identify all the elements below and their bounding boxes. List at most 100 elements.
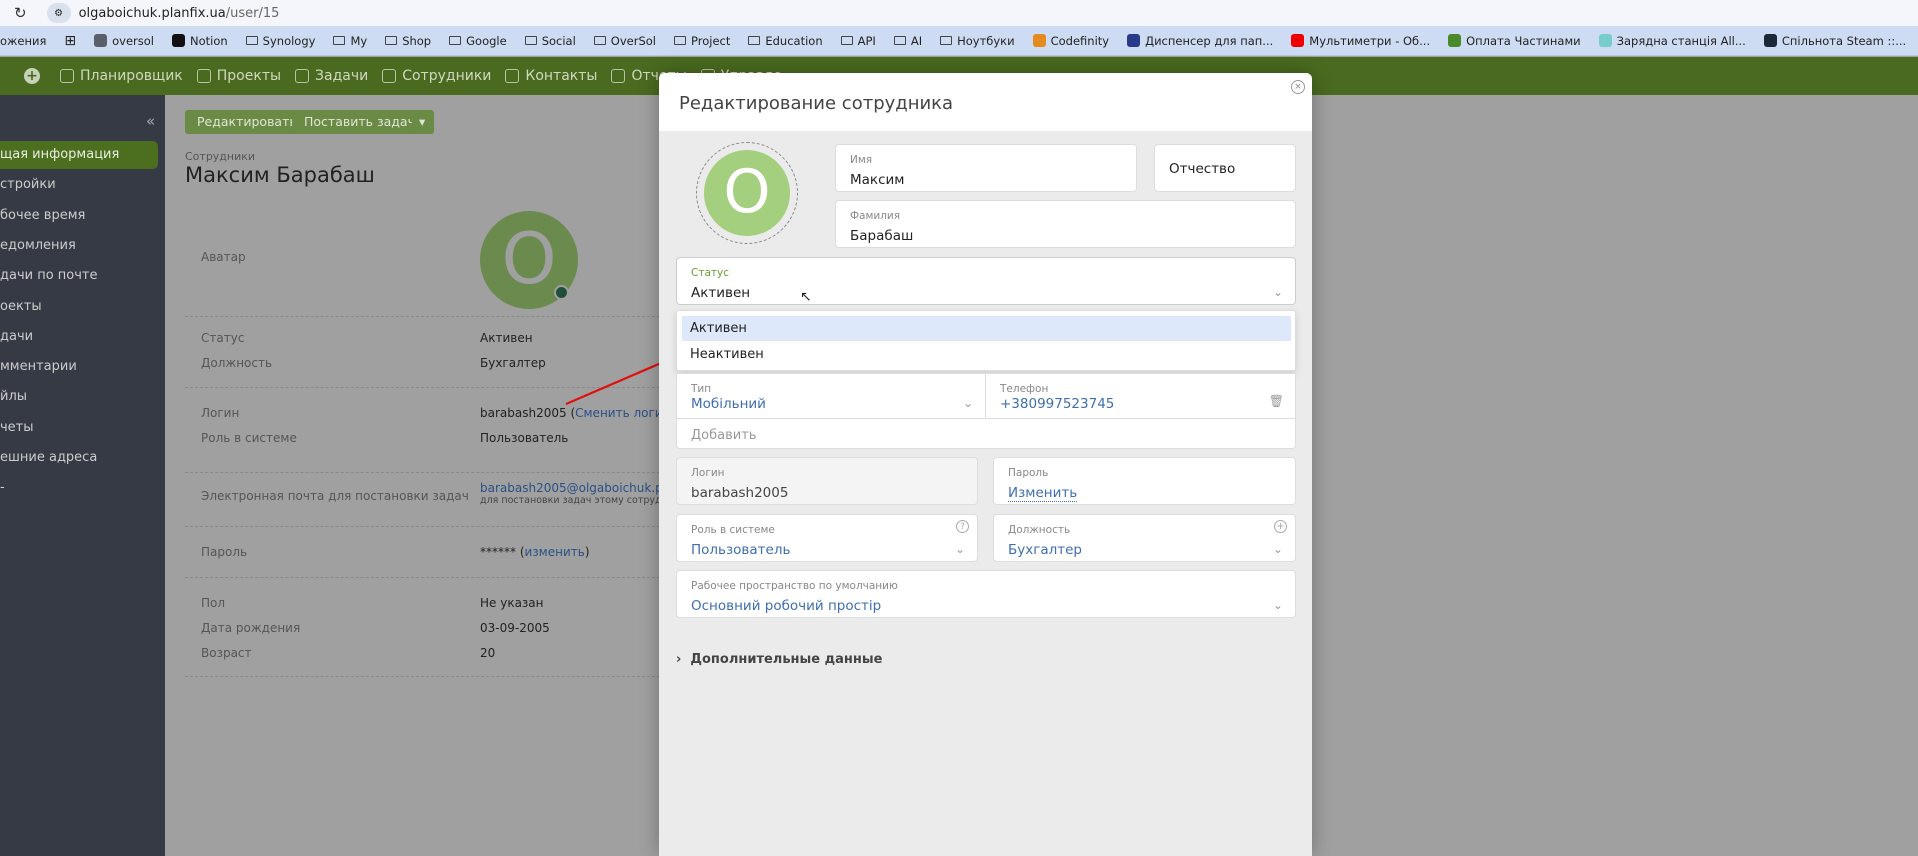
add-icon[interactable]: +: [1274, 520, 1287, 533]
role-select[interactable]: Роль в системе Пользователь ⌄?: [676, 514, 978, 562]
value-text: Активен: [480, 331, 533, 345]
bookmark[interactable]: oversol: [94, 34, 154, 48]
sidebar-item[interactable]: йлы: [0, 383, 158, 411]
value-text: Не указан: [480, 596, 544, 610]
sidebar-item[interactable]: бочее время: [0, 202, 158, 230]
url-path: /user/15: [225, 5, 280, 21]
site-settings-icon[interactable]: ⚙: [46, 3, 71, 23]
favicon-icon: [1448, 34, 1462, 47]
bookmark[interactable]: Оплата Частинами: [1448, 34, 1581, 48]
bookmark[interactable]: Зарядна станція All...: [1598, 34, 1746, 48]
bookmark[interactable]: Project: [674, 34, 730, 48]
option-inactive[interactable]: Неактивен: [682, 342, 1291, 367]
nav-label: Проекты: [216, 68, 282, 84]
bookmark[interactable]: Shop: [385, 34, 431, 48]
position-select[interactable]: Должность Бухгалтер ⌄ +: [993, 514, 1296, 562]
modal-title: Редактирование сотрудника: [679, 93, 954, 114]
more-dropdown-button[interactable]: ▾: [412, 110, 433, 134]
middle-name-field[interactable]: Отчество: [1154, 144, 1296, 192]
folder-icon: [524, 36, 537, 45]
value-text: ******: [480, 545, 516, 559]
bookmark-label: AI: [910, 33, 923, 48]
bookmark[interactable]: My: [333, 34, 367, 48]
bookmark-label: Ноутбуки: [957, 33, 1015, 48]
value-text: barabash2005: [480, 406, 567, 420]
trash-icon[interactable]: 🗑: [1269, 394, 1284, 408]
bookmark[interactable]: Synology: [245, 34, 315, 48]
sidebar-item[interactable]: ешние адреса: [0, 444, 158, 472]
field-value: 03-09-2005: [480, 621, 550, 635]
add-icon[interactable]: +: [24, 68, 40, 84]
nav-item[interactable]: Задачи: [295, 68, 368, 84]
change-password-link[interactable]: Изменить: [1008, 485, 1078, 502]
nav-label: Контакты: [525, 68, 598, 84]
bookmark[interactable]: Мультиметри - Об...: [1291, 34, 1430, 48]
sidebar-item[interactable]: щая информация: [0, 141, 158, 169]
folder-icon: [245, 36, 258, 45]
sidebar-item[interactable]: едомления: [0, 232, 158, 260]
bookmark[interactable]: Social: [524, 34, 576, 48]
sidebar-item[interactable]: мментарии: [0, 353, 158, 381]
breadcrumb[interactable]: Сотрудники: [185, 150, 255, 163]
nav-item[interactable]: Сотрудники: [382, 68, 491, 84]
value-text: 20: [480, 646, 496, 660]
status-select[interactable]: Статус Активен ⌄: [676, 257, 1296, 305]
change-link[interactable]: изменить: [525, 545, 585, 559]
bookmark[interactable]: API: [840, 34, 876, 48]
mouse-cursor-icon: ↖: [800, 289, 812, 305]
field-value: Не указан: [480, 596, 544, 610]
add-phone-link[interactable]: Добавить: [691, 428, 756, 443]
bookmark[interactable]: Спільнота Steam ::...: [1763, 34, 1906, 48]
option-active[interactable]: Активен: [682, 316, 1291, 341]
edit-avatar-icon[interactable]: [554, 285, 569, 300]
extra-data-toggle[interactable]: › Дополнительные данные: [676, 652, 882, 667]
field-value: ****** (изменить): [480, 545, 590, 559]
bookmark[interactable]: AI: [893, 33, 923, 48]
sidebar-item[interactable]: -: [0, 474, 158, 502]
field-label: Дата рождения: [201, 621, 301, 635]
sidebar-item[interactable]: стройки: [0, 171, 158, 199]
apps-grid-icon[interactable]: ⊞: [64, 33, 76, 49]
field-value: 20: [480, 646, 495, 660]
phone-type-select[interactable]: Тип Мобільний ⌄: [677, 374, 986, 419]
bookmark[interactable]: Ноутбуки: [940, 34, 1015, 48]
status-dropdown: Активен Неактивен: [676, 310, 1296, 371]
field-value: Активен: [480, 331, 533, 345]
field-label: Пол: [201, 596, 226, 610]
chevron-down-icon: ⌄: [1272, 285, 1283, 299]
phone-field[interactable]: Телефон +380997523745 🗑: [986, 374, 1296, 419]
chevron-down-icon: ⌄: [1272, 598, 1283, 612]
collapse-icon[interactable]: «: [146, 112, 155, 130]
help-icon[interactable]: ?: [956, 520, 969, 533]
reload-icon[interactable]: ↻: [14, 4, 27, 22]
favicon-icon: [1032, 34, 1046, 47]
first-name-field[interactable]: Имя Максим: [835, 144, 1137, 192]
field-label: Пароль: [201, 545, 248, 559]
nav-item[interactable]: Планировщик: [60, 68, 183, 84]
nav-label: Задачи: [315, 68, 369, 84]
sidebar-item[interactable]: оекты: [0, 293, 158, 321]
edit-button[interactable]: Редактировать: [185, 110, 309, 134]
sidebar-item[interactable]: дачи по почте: [0, 262, 158, 290]
sidebar-item[interactable]: дачи: [0, 323, 158, 351]
nav-icon: [611, 69, 626, 83]
bookmark-label: Project: [691, 33, 731, 48]
bookmarks-bar: ожения ⊞ oversol Notion Synology My Shop Google…: [0, 26, 1918, 56]
nav-item[interactable]: Проекты: [196, 68, 282, 84]
workspace-select[interactable]: Рабочее пространство по умолчанию Основни…: [676, 570, 1296, 618]
bookmark[interactable]: Education: [748, 34, 823, 48]
last-name-field[interactable]: Фамилия Барабаш: [835, 200, 1296, 248]
close-icon[interactable]: ×: [1291, 80, 1305, 94]
favicon-icon: [1291, 34, 1305, 47]
sidebar-item[interactable]: четы: [0, 414, 158, 442]
field-value: Бухгалтер: [480, 356, 546, 370]
bookmark[interactable]: Codefinity: [1032, 34, 1109, 48]
bookmark[interactable]: ожения: [0, 34, 46, 48]
bookmark[interactable]: Google: [449, 34, 507, 48]
url-field[interactable]: ⚙ olgaboichuk.planfix.ua/user/15: [46, 3, 280, 23]
bookmark[interactable]: OverSol: [593, 34, 656, 48]
bookmark[interactable]: Диспенсер для пап...: [1127, 34, 1273, 48]
bookmark[interactable]: Notion: [172, 34, 228, 48]
nav-item[interactable]: Контакты: [505, 68, 597, 84]
folder-icon: [840, 36, 853, 45]
